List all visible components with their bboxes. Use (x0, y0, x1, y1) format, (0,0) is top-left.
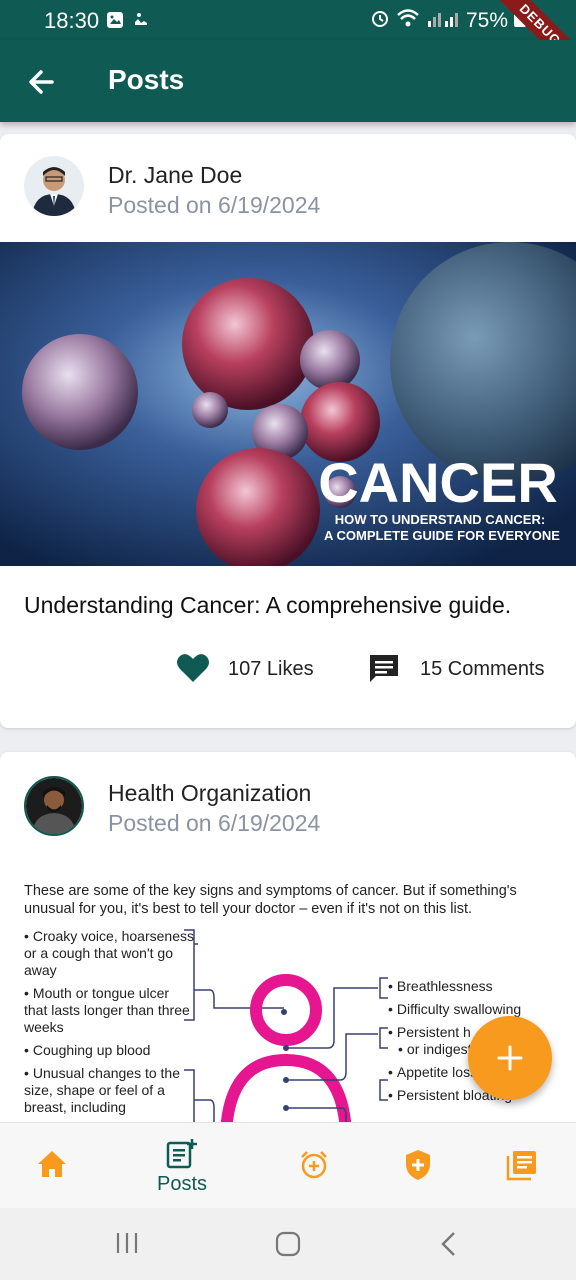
app-bar: Posts (0, 40, 576, 122)
post-date: Posted on 6/19/2024 (108, 192, 321, 218)
post-add-icon (166, 1139, 197, 1169)
nav-health-insurance[interactable] (388, 1149, 448, 1209)
nav-posts-label: Posts (156, 1173, 208, 1195)
status-right: 75% (370, 8, 526, 34)
comments-count[interactable]: 15 Comments (420, 658, 545, 681)
battery-percent: 75% (465, 9, 508, 32)
image-title: CANCER (318, 451, 558, 514)
home-circle-icon (275, 1231, 301, 1257)
nav-home[interactable] (22, 1149, 82, 1209)
author-avatar[interactable] (24, 156, 84, 216)
chevron-left-icon (441, 1232, 455, 1256)
wifi-icon (396, 8, 420, 34)
post-image[interactable]: CANCER HOW TO UNDERSTAND CANCER: A COMPL… (0, 242, 576, 566)
gallery-icon (106, 11, 124, 34)
recent-apps-button[interactable] (114, 1230, 140, 1261)
post-actions: 107 Likes 15 Comments (0, 650, 576, 690)
plus-icon (497, 1045, 523, 1071)
list-item: Coughing up blood (24, 1042, 194, 1059)
status-left-icons (106, 11, 150, 34)
nav-reminders[interactable] (284, 1149, 344, 1209)
library-books-icon (506, 1151, 536, 1181)
arrow-left-icon (29, 70, 54, 94)
bottom-navigation: Posts (0, 1122, 576, 1208)
list-item: Breathlessness (388, 978, 558, 995)
author-name: Dr. Jane Doe (108, 162, 243, 188)
likes-count[interactable]: 107 Likes (228, 658, 314, 681)
author-avatar[interactable] (24, 776, 84, 836)
signal-icon (426, 9, 460, 33)
body-diagram (184, 929, 388, 1132)
home-icon (38, 1151, 66, 1177)
infographic-intro: These are some of the key signs and symp… (24, 883, 517, 917)
nav-library[interactable] (492, 1149, 552, 1209)
list-item: Unusual changes to the size, shape or fe… (24, 1065, 194, 1116)
image-subtitle-1: HOW TO UNDERSTAND CANCER: (335, 512, 545, 527)
status-time: 18:30 (44, 8, 100, 33)
back-button[interactable] (22, 62, 62, 102)
symptoms-left-list: Croaky voice, hoarseness or a cough that… (24, 928, 194, 1122)
system-navigation-bar (0, 1208, 576, 1280)
nav-posts[interactable]: Posts (152, 1137, 212, 1197)
post-card[interactable]: Dr. Jane Doe Posted on 6/19/2024 CANCER … (0, 134, 576, 728)
heart-icon[interactable] (176, 652, 210, 689)
alarm-icon (370, 8, 390, 34)
status-bar: 18:30 75% DEBUG (0, 0, 576, 83)
post-caption: Understanding Cancer: A comprehensive gu… (24, 592, 512, 618)
author-name: Health Organization (108, 780, 312, 806)
add-post-button[interactable] (468, 1016, 552, 1100)
image-subtitle-2: A COMPLETE GUIDE FOR EVERYONE (324, 528, 560, 543)
recents-icon (116, 1233, 138, 1253)
post-date: Posted on 6/19/2024 (108, 810, 321, 836)
shield-plus-icon (406, 1150, 430, 1180)
list-item: Mouth or tongue ulcer that lasts longer … (24, 985, 194, 1036)
home-system-button[interactable] (274, 1230, 302, 1263)
comment-icon[interactable] (368, 652, 400, 689)
alarm-add-icon (301, 1151, 327, 1179)
list-item: Croaky voice, hoarseness or a cough that… (24, 928, 194, 979)
notification-icon (132, 11, 150, 34)
back-system-button[interactable] (438, 1230, 460, 1263)
list-item: Difficulty swallowing (388, 1001, 558, 1018)
page-title: Posts (108, 64, 185, 95)
